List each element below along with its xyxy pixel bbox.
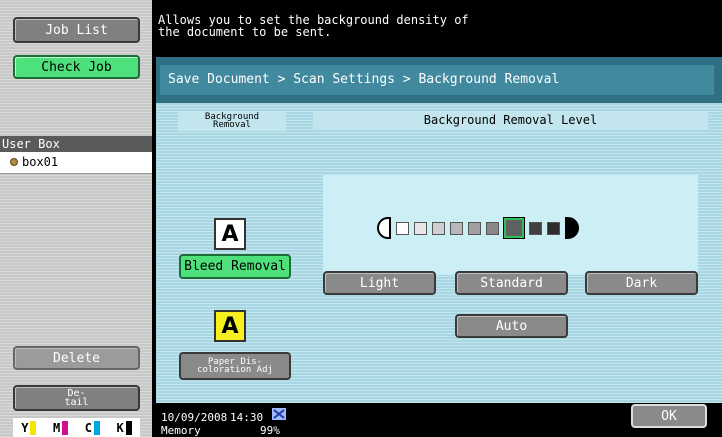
background-removal-section: Background Removal A Bleed Removal A Pap… (160, 105, 300, 395)
toner-k: K (116, 420, 132, 435)
level-steps (396, 217, 560, 239)
user-box-item-label: box01 (22, 155, 59, 169)
light-end-icon (377, 217, 391, 239)
network-icon (272, 408, 286, 420)
toner-bar (62, 420, 69, 435)
paper-discoloration-button[interactable]: Paper Dis- coloration Adj (179, 352, 291, 380)
user-box-list: box01 (0, 152, 152, 174)
breadcrumb-bar: Save Document > Scan Settings > Backgrou… (156, 57, 722, 103)
help-message: Allows you to set the background density… (158, 13, 469, 39)
check-job-button[interactable]: Check Job (13, 55, 140, 79)
toner-letter: M (53, 420, 61, 435)
box-icon (10, 158, 18, 166)
user-box-header: User Box (0, 136, 152, 152)
toner-levels: YMCK (13, 418, 140, 437)
paper-discoloration-icon: A (214, 310, 246, 342)
delete-button[interactable]: Delete (13, 346, 140, 370)
level-step-9[interactable] (547, 221, 560, 235)
memory-label: Memory (161, 424, 201, 437)
toner-letter: C (84, 420, 92, 435)
level-step-8[interactable] (529, 221, 542, 235)
main-panel: Save Document > Scan Settings > Backgrou… (156, 57, 722, 403)
dark-end-icon (565, 217, 579, 239)
background-removal-label: Background Removal (178, 111, 286, 131)
toner-y: Y (21, 420, 37, 435)
job-list-button[interactable]: Job List (13, 17, 140, 43)
toner-letter: Y (21, 420, 29, 435)
level-step-4[interactable] (450, 221, 463, 235)
ok-button[interactable]: OK (631, 404, 707, 428)
level-scale (377, 217, 579, 239)
user-box-item[interactable]: box01 (10, 155, 58, 169)
memory-value: 99% (260, 424, 280, 437)
time-text: 14:30 (230, 411, 264, 424)
toner-bar (30, 420, 37, 435)
bleed-removal-button[interactable]: Bleed Removal (179, 254, 291, 279)
toner-m: M (53, 420, 69, 435)
bleed-removal-icon: A (214, 218, 246, 250)
toner-bar (93, 420, 100, 435)
level-step-5[interactable] (468, 221, 481, 235)
dark-button[interactable]: Dark (585, 271, 698, 295)
left-panel: Job List Check Job User Box box01 Delete… (0, 0, 152, 437)
detail-button[interactable]: De- tail (13, 385, 140, 411)
status-footer: 10/09/2008 14:30 Memory 99% OK (156, 403, 722, 437)
level-step-7[interactable] (503, 217, 525, 239)
level-step-1[interactable] (396, 221, 409, 235)
level-scale-box (323, 175, 698, 275)
toner-bar (125, 420, 132, 435)
auto-button[interactable]: Auto (455, 314, 568, 338)
breadcrumb: Save Document > Scan Settings > Backgrou… (160, 65, 714, 95)
removal-level-section: Background Removal Level Light Standard … (307, 105, 718, 403)
toner-c: C (84, 420, 100, 435)
level-step-6[interactable] (486, 221, 499, 235)
standard-button[interactable]: Standard (455, 271, 568, 295)
removal-level-title: Background Removal Level (313, 111, 708, 129)
level-step-3[interactable] (432, 221, 445, 235)
date-text: 10/09/2008 (161, 411, 228, 424)
light-button[interactable]: Light (323, 271, 436, 295)
level-step-2[interactable] (414, 221, 427, 235)
toner-letter: K (116, 420, 124, 435)
